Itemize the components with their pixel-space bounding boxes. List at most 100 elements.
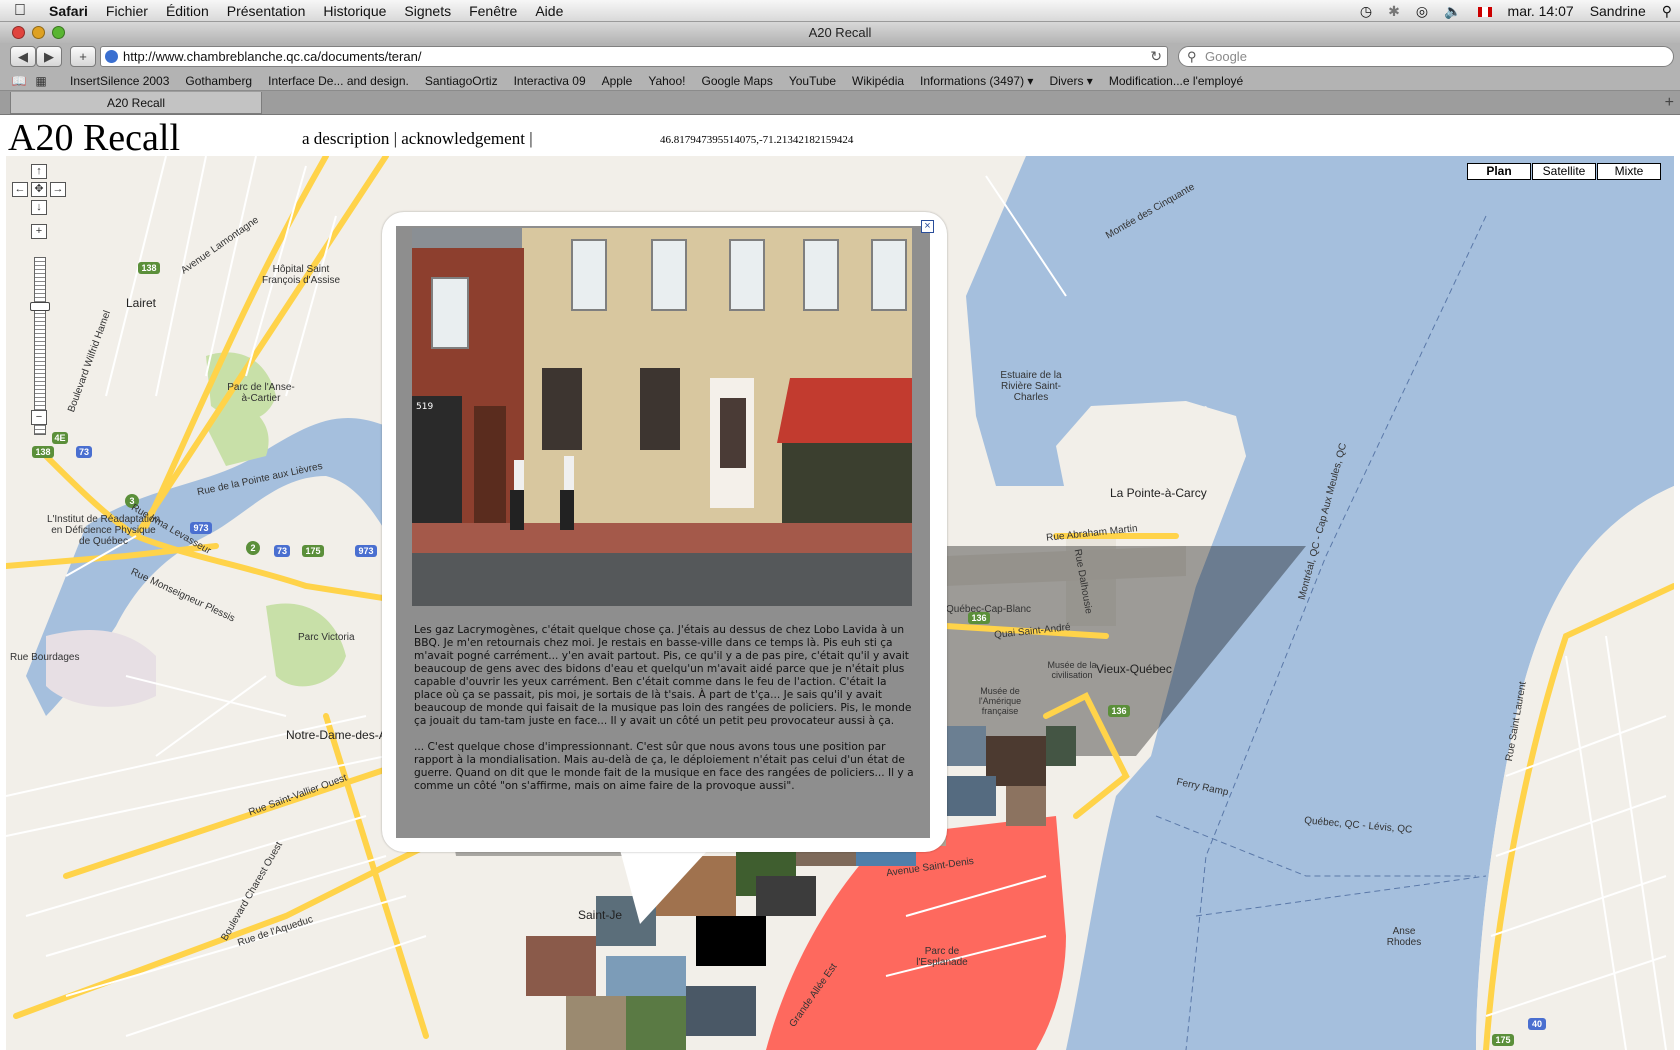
search-field[interactable]: ⚲ Google — [1178, 46, 1674, 67]
globe-icon — [105, 50, 118, 63]
info-window: × 519 Les gaz Lacrymogènes, c'était quel… — [382, 212, 947, 852]
map-label: Vieux-Québec — [1096, 662, 1172, 676]
map-type-plan[interactable]: Plan — [1467, 163, 1531, 180]
acknowledgement-link[interactable]: acknowledgement — [401, 129, 525, 148]
bookmark-item[interactable]: InsertSilence 2003 — [62, 74, 177, 88]
window-title: A20 Recall — [808, 25, 872, 40]
menu-aide[interactable]: Aide — [526, 3, 572, 19]
volume-icon[interactable]: 🔈 — [1436, 3, 1469, 20]
zoom-slider[interactable] — [34, 257, 46, 435]
pan-left-button[interactable]: ← — [12, 182, 28, 197]
map-label: Parc Victoria — [298, 632, 355, 643]
menu-user[interactable]: Sandrine — [1582, 3, 1654, 19]
apple-menu-icon[interactable]:  — [0, 2, 40, 20]
search-icon: ⚲ — [1187, 49, 1197, 64]
bookmark-item[interactable]: Modification...e l'employé — [1101, 74, 1251, 88]
menu-clock[interactable]: mar. 14:07 — [1500, 3, 1582, 19]
page-title: A20 Recall — [8, 117, 181, 159]
menu-app-safari[interactable]: Safari — [40, 3, 97, 19]
bookmarks-bar: 📖 ▦ InsertSilence 2003 Gothamberg Interf… — [0, 71, 1680, 91]
testimony-text: Les gaz Lacrymogènes, c'était quelque ch… — [414, 624, 914, 806]
bluetooth-icon[interactable]: ✱ — [1380, 3, 1408, 20]
time-machine-icon[interactable]: ◷ — [1352, 3, 1380, 20]
menu-edition[interactable]: Édition — [157, 3, 218, 19]
svg-text:73: 73 — [277, 546, 287, 556]
svg-text:175: 175 — [305, 546, 320, 556]
book-icon[interactable]: 📖 — [8, 74, 30, 88]
bookmark-item[interactable]: Interface De... and design. — [260, 74, 417, 88]
tab-bar: A20 Recall + — [0, 91, 1680, 115]
testimony-paragraph: Les gaz Lacrymogènes, c'était quelque ch… — [414, 624, 912, 727]
minimize-window-button[interactable] — [32, 26, 45, 39]
url-text: http://www.chambreblanche.qc.ca/document… — [123, 49, 422, 64]
nav-separator: | — [389, 129, 402, 148]
site-nav: a description | acknowledgement | — [302, 129, 533, 149]
new-tab-icon[interactable]: + — [1665, 94, 1674, 112]
nav-separator: | — [524, 129, 533, 148]
map-label: Estuaire de la Rivière Saint-Charles — [1000, 370, 1062, 403]
bookmark-item[interactable]: Apple — [594, 74, 641, 88]
grid-icon[interactable]: ▦ — [30, 74, 52, 88]
svg-text:40: 40 — [1532, 1019, 1542, 1029]
pan-right-button[interactable]: → — [50, 182, 66, 197]
pan-up-button[interactable]: ↑ — [31, 164, 47, 179]
park-area — [266, 603, 346, 687]
storefront-illustration: 519 — [412, 228, 912, 606]
menu-presentation[interactable]: Présentation — [218, 3, 315, 19]
testimony-paragraph: ... C'est quelque chose d'impressionnant… — [414, 741, 914, 792]
map-label: Musée de la civilisation — [1047, 660, 1097, 680]
description-link[interactable]: a description — [302, 129, 389, 148]
back-button[interactable]: ◀ — [10, 46, 36, 67]
coordinates-readout: 46.817947395514075,-71.21342182159424 — [660, 134, 854, 146]
zoom-window-button[interactable] — [52, 26, 65, 39]
bookmark-item[interactable]: Yahoo! — [640, 74, 693, 88]
close-info-window-button[interactable]: × — [921, 220, 934, 233]
zoom-in-button[interactable]: + — [31, 224, 47, 239]
bookmark-folder[interactable]: Divers ▾ — [1041, 74, 1100, 88]
bookmark-item[interactable]: YouTube — [781, 74, 844, 88]
zoom-out-button[interactable]: − — [31, 410, 47, 425]
search-placeholder: Google — [1205, 49, 1247, 64]
page-header: A20 Recall a description | acknowledgeme… — [0, 115, 1680, 159]
map-type-mixte[interactable]: Mixte — [1597, 163, 1661, 180]
map-label: Parc de l'Esplanade — [916, 946, 968, 968]
url-field[interactable]: http://www.chambreblanche.qc.ca/document… — [100, 46, 1168, 67]
bookmark-folder[interactable]: Informations (3497) ▾ — [912, 74, 1041, 88]
svg-text:973: 973 — [193, 523, 208, 533]
menu-historique[interactable]: Historique — [314, 3, 395, 19]
menu-fichier[interactable]: Fichier — [97, 3, 157, 19]
bookmark-item[interactable]: SantiagoOrtiz — [417, 74, 506, 88]
map-label: Parc de l'Anse-à-Cartier — [227, 382, 295, 404]
map-label: Rue Bourdages — [10, 652, 80, 663]
map-type-satellite[interactable]: Satellite — [1532, 163, 1596, 180]
close-window-button[interactable] — [12, 26, 25, 39]
map-label: Saint-Je — [578, 908, 623, 922]
bookmark-item[interactable]: Interactiva 09 — [506, 74, 594, 88]
pan-center-button[interactable]: ✥ — [31, 182, 47, 197]
add-bookmark-button[interactable]: + — [70, 46, 96, 67]
bookmark-item[interactable]: Gothamberg — [177, 74, 260, 88]
zoom-slider-handle[interactable] — [30, 302, 50, 311]
window-title-bar: A20 Recall — [0, 22, 1680, 43]
bookmark-item[interactable]: Google Maps — [693, 74, 780, 88]
reload-icon[interactable]: ↻ — [1150, 47, 1162, 66]
map-label: Hôpital Saint François d'Assise — [261, 264, 341, 286]
map-type-control: Plan Satellite Mixte — [1466, 163, 1661, 180]
map-label: La Pointe-à-Carcy — [1110, 486, 1207, 500]
menu-fenetre[interactable]: Fenêtre — [460, 3, 526, 19]
map-label: Musée de l'Amérique française — [978, 686, 1022, 716]
svg-text:973: 973 — [358, 546, 373, 556]
wifi-icon[interactable]: ◎ — [1408, 3, 1436, 20]
svg-text:138: 138 — [141, 263, 156, 273]
bookmark-item[interactable]: Wikipédia — [844, 74, 912, 88]
tab-a20-recall[interactable]: A20 Recall — [10, 92, 262, 114]
forward-button[interactable]: ▶ — [36, 46, 62, 67]
input-flag-icon[interactable] — [1470, 3, 1500, 19]
map-label: Québec-Cap-Blanc — [946, 604, 1032, 615]
pan-down-button[interactable]: ↓ — [31, 200, 47, 215]
menu-bar:  Safari Fichier Édition Présentation Hi… — [0, 0, 1680, 22]
svg-text:138: 138 — [35, 447, 50, 457]
map-label: Anse Rhodes — [1386, 926, 1422, 948]
spotlight-icon[interactable]: ⚲ — [1654, 3, 1680, 20]
menu-signets[interactable]: Signets — [395, 3, 460, 19]
